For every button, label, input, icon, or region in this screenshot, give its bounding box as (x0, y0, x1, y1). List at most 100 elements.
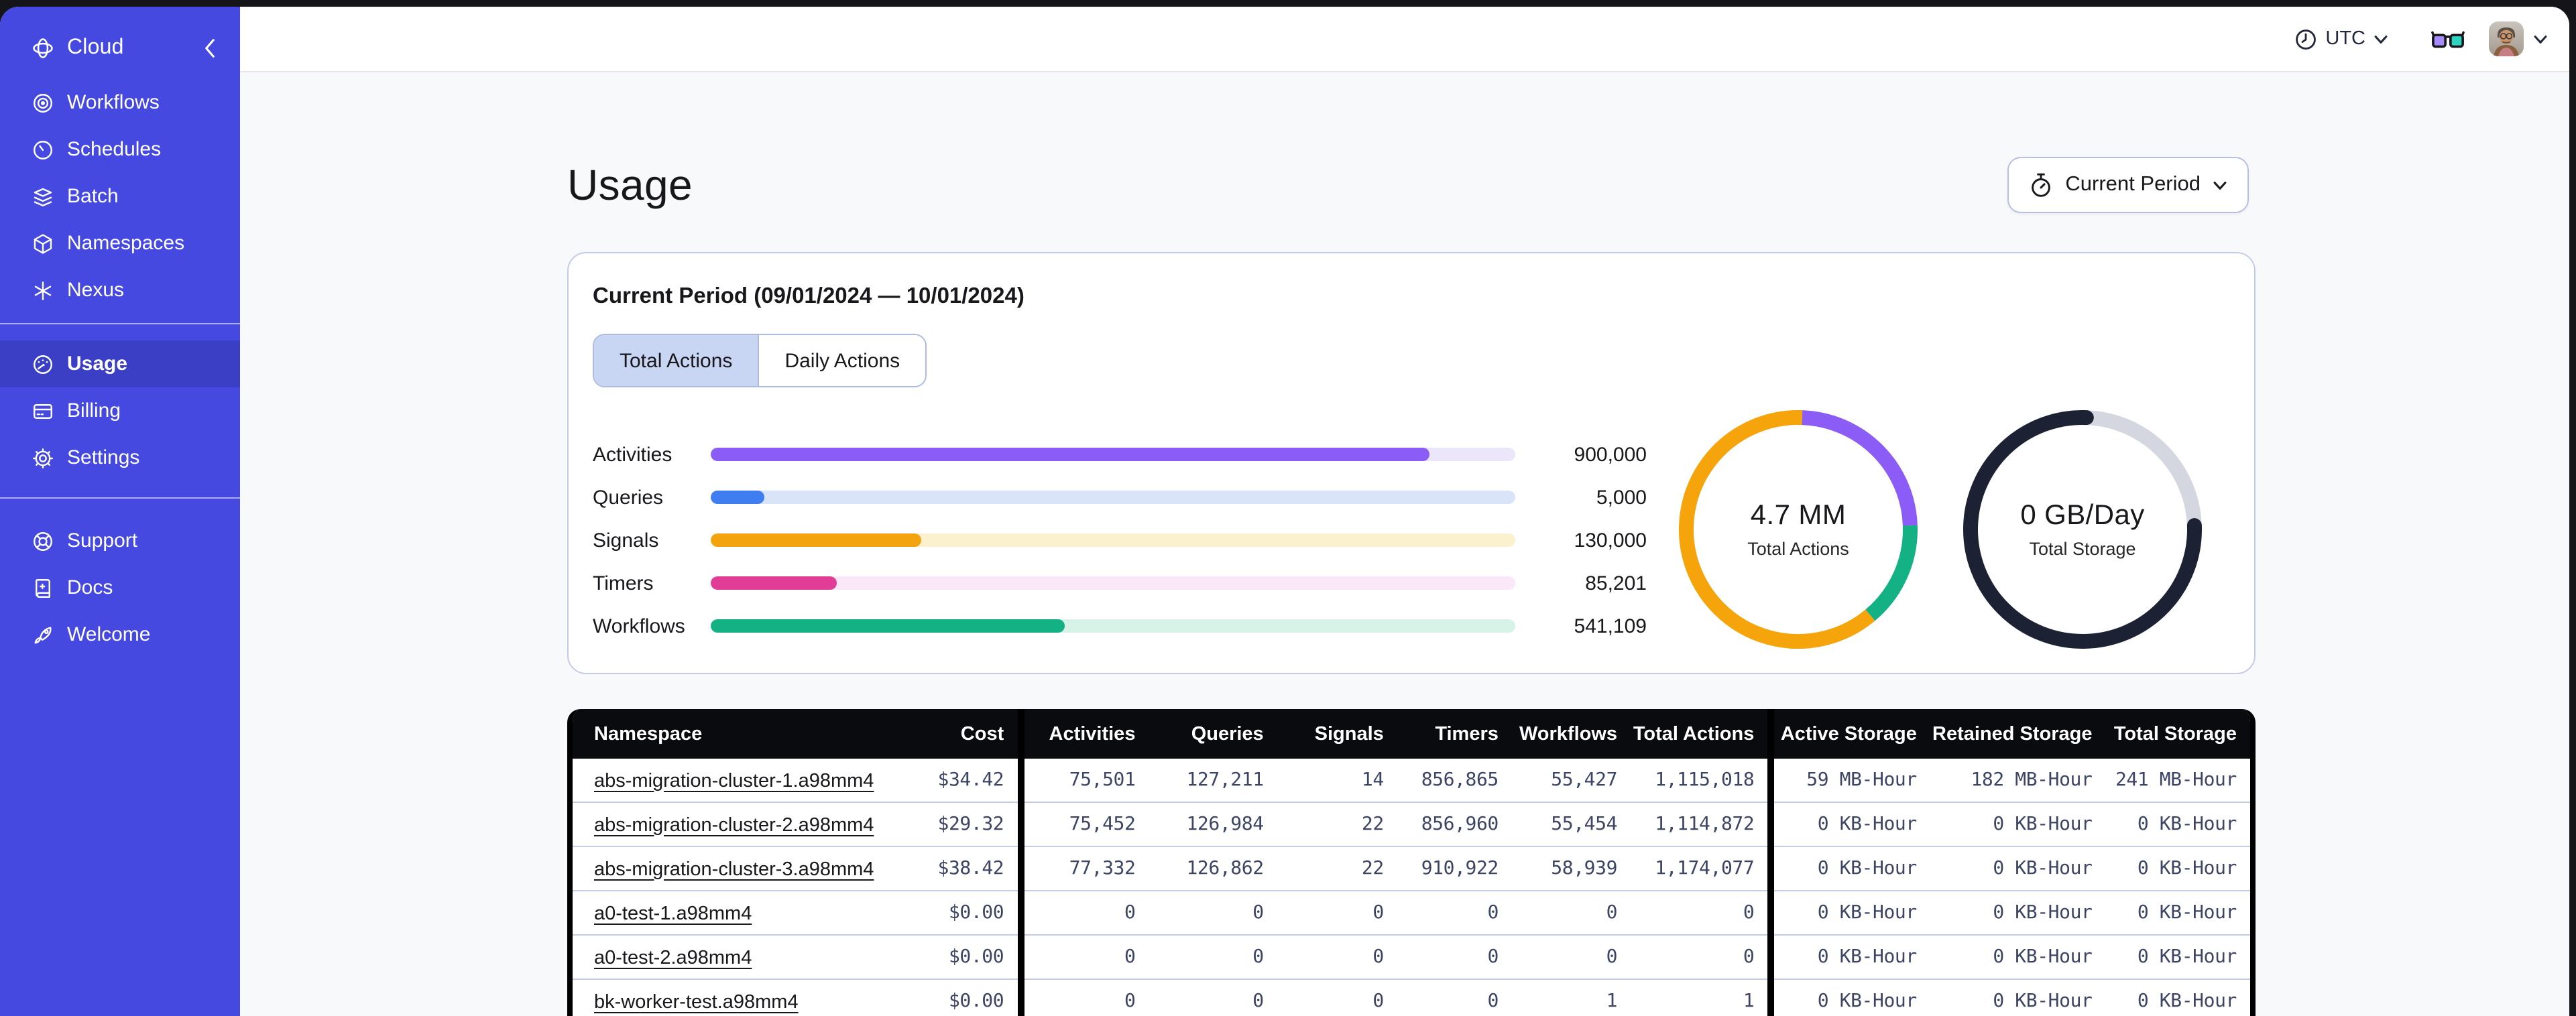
total-storage-donut: 0 GB/Day Total Storage (1963, 410, 2202, 649)
user-menu-chevron[interactable] (2533, 34, 2548, 44)
bar-label: Workflows (593, 615, 685, 637)
cell-workflows: 1 (1511, 979, 1631, 1016)
sidebar-item-workflows[interactable]: Workflows (0, 79, 240, 126)
sidebar-item-namespaces[interactable]: Namespaces (0, 220, 240, 267)
table-header-row: Namespace Cost Activities Queries Signals Tim… (573, 709, 2250, 759)
cell-activities: 75,452 (1020, 802, 1149, 847)
cell-retained-storage: 0 KB-Hour (1930, 802, 2106, 847)
bar-label: Queries (593, 486, 664, 509)
sidebar-item-docs[interactable]: Docs (0, 564, 240, 611)
cell-total-actions: 1,115,018 (1631, 759, 1775, 803)
namespace-usage-table: Namespace Cost Activities Queries Signals Tim… (567, 709, 2256, 1016)
cell-timers: 0 (1397, 979, 1512, 1016)
cell-cost: $0.00 (899, 935, 1024, 980)
cell-total-storage: 0 KB-Hour (2105, 846, 2250, 891)
period-selector-button[interactable]: Current Period (2007, 157, 2249, 213)
cell-queries: 0 (1149, 979, 1277, 1016)
page-title: Usage (567, 160, 693, 208)
labs-toggle-button[interactable] (2431, 29, 2465, 49)
sidebar-item-settings[interactable]: Settings (0, 434, 240, 481)
cell-total-storage: 241 MB-Hour (2105, 759, 2250, 803)
user-menu[interactable] (2489, 21, 2524, 56)
sidebar-item-usage[interactable]: Usage (0, 340, 240, 387)
cell-queries: 126,984 (1149, 802, 1277, 847)
cell-signals: 22 (1277, 846, 1397, 891)
namespace-link[interactable]: a0-test-2.a98mm4 (594, 947, 752, 968)
sidebar-item-support[interactable]: Support (0, 517, 240, 564)
cell-active-storage: 0 KB-Hour (1771, 891, 1930, 936)
column-header-activities: Activities (1020, 709, 1149, 759)
bar-label: Activities (593, 443, 672, 466)
sidebar-item-billing[interactable]: Billing (0, 387, 240, 434)
cell-queries: 126,862 (1149, 846, 1277, 891)
cell-activities: 75,501 (1020, 759, 1149, 803)
card-title: Current Period (09/01/2024 — 10/01/2024) (593, 284, 1024, 308)
cell-retained-storage: 182 MB-Hour (1930, 759, 2106, 803)
cell-queries: 127,211 (1149, 759, 1277, 803)
cell-retained-storage: 0 KB-Hour (1930, 979, 2106, 1016)
namespace-link[interactable]: abs-migration-cluster-3.a98mm4 (594, 859, 874, 880)
table-row: a0-test-1.a98mm4 $0.00 0 0 0 0 0 0 0 KB-Hour 0 KB… (573, 891, 2250, 936)
column-header-active-storage: Active Storage (1771, 709, 1930, 759)
column-header-timers: Timers (1397, 709, 1512, 759)
namespace-link[interactable]: a0-test-1.a98mm4 (594, 903, 752, 924)
namespace-link[interactable]: abs-migration-cluster-1.a98mm4 (594, 770, 874, 791)
bar-row-signals: Signals 130,000 (593, 519, 1647, 562)
bar-label: Signals (593, 529, 659, 552)
batch-icon (31, 184, 55, 208)
temporal-logo-icon (31, 36, 55, 60)
sidebar-item-welcome[interactable]: Welcome (0, 611, 240, 658)
actions-bar-chart: Activities 900,000 Queries 5,000 Signals 130,… (593, 387, 1647, 647)
cell-cost: $38.42 (899, 846, 1024, 891)
chevron-down-icon (2374, 35, 2388, 43)
settings-icon (31, 446, 55, 470)
bar-row-activities: Activities 900,000 (593, 433, 1647, 476)
brand-label: Cloud (67, 36, 124, 59)
welcome-icon (31, 623, 55, 647)
cell-activities: 77,332 (1020, 846, 1149, 891)
period-selector-label: Current Period (2065, 173, 2201, 196)
sidebar-item-label: Schedules (67, 138, 162, 161)
bar-track (711, 533, 1515, 547)
namespace-link[interactable]: bk-worker-test.a98mm4 (594, 991, 799, 1013)
bar-value: 5,000 (1596, 486, 1647, 509)
donut-center-label: Total Storage (2029, 539, 2136, 559)
cell-total-storage: 0 KB-Hour (2105, 891, 2250, 936)
cell-cost: $0.00 (899, 891, 1024, 936)
bar-fill (711, 619, 1065, 633)
bar-track (711, 619, 1515, 633)
timezone-selector[interactable]: UTC (2294, 27, 2388, 50)
cell-timers: 910,922 (1397, 846, 1512, 891)
cell-active-storage: 0 KB-Hour (1771, 846, 1930, 891)
tab-total-actions[interactable]: Total Actions (594, 335, 758, 386)
table-row: abs-migration-cluster-1.a98mm4 $34.42 75,5… (573, 759, 2250, 803)
actions-tabs: Total Actions Daily Actions (593, 334, 927, 387)
sidebar: Cloud Workflows Schedules Batch Namespaces N… (0, 7, 240, 1016)
namespace-link[interactable]: abs-migration-cluster-2.a98mm4 (594, 814, 874, 836)
chevron-left-icon (204, 39, 214, 58)
bar-fill (711, 533, 921, 547)
column-header-namespace: Namespace (573, 709, 900, 759)
sidebar-item-nexus[interactable]: Nexus (0, 267, 240, 314)
sidebar-item-label: Docs (67, 576, 113, 599)
sidebar-item-label: Support (67, 529, 138, 552)
tab-daily-actions[interactable]: Daily Actions (758, 335, 926, 386)
table-row: abs-migration-cluster-3.a98mm4 $38.42 77,3… (573, 846, 2250, 891)
sidebar-sections: Workflows Schedules Batch Namespaces Nexus Us… (0, 66, 240, 658)
cell-total-actions: 1,114,872 (1631, 802, 1775, 847)
chevron-down-icon (2213, 181, 2227, 189)
sidebar-collapse-button[interactable] (197, 36, 221, 60)
cell-total-actions: 1 (1631, 979, 1775, 1016)
sidebar-item-schedules[interactable]: Schedules (0, 126, 240, 173)
namespaces-icon (31, 231, 55, 255)
sidebar-item-batch[interactable]: Batch (0, 173, 240, 220)
workflows-icon (31, 90, 55, 115)
bar-value: 900,000 (1574, 443, 1647, 466)
column-header-queries: Queries (1149, 709, 1277, 759)
bar-value: 130,000 (1574, 529, 1647, 552)
support-icon (31, 529, 55, 553)
cell-total-actions: 0 (1631, 891, 1775, 936)
content-scroll-area[interactable]: Usage Current Period Current Period (09/… (240, 72, 2569, 1016)
cell-cost: $29.32 (899, 802, 1024, 847)
column-header-signals: Signals (1277, 709, 1397, 759)
